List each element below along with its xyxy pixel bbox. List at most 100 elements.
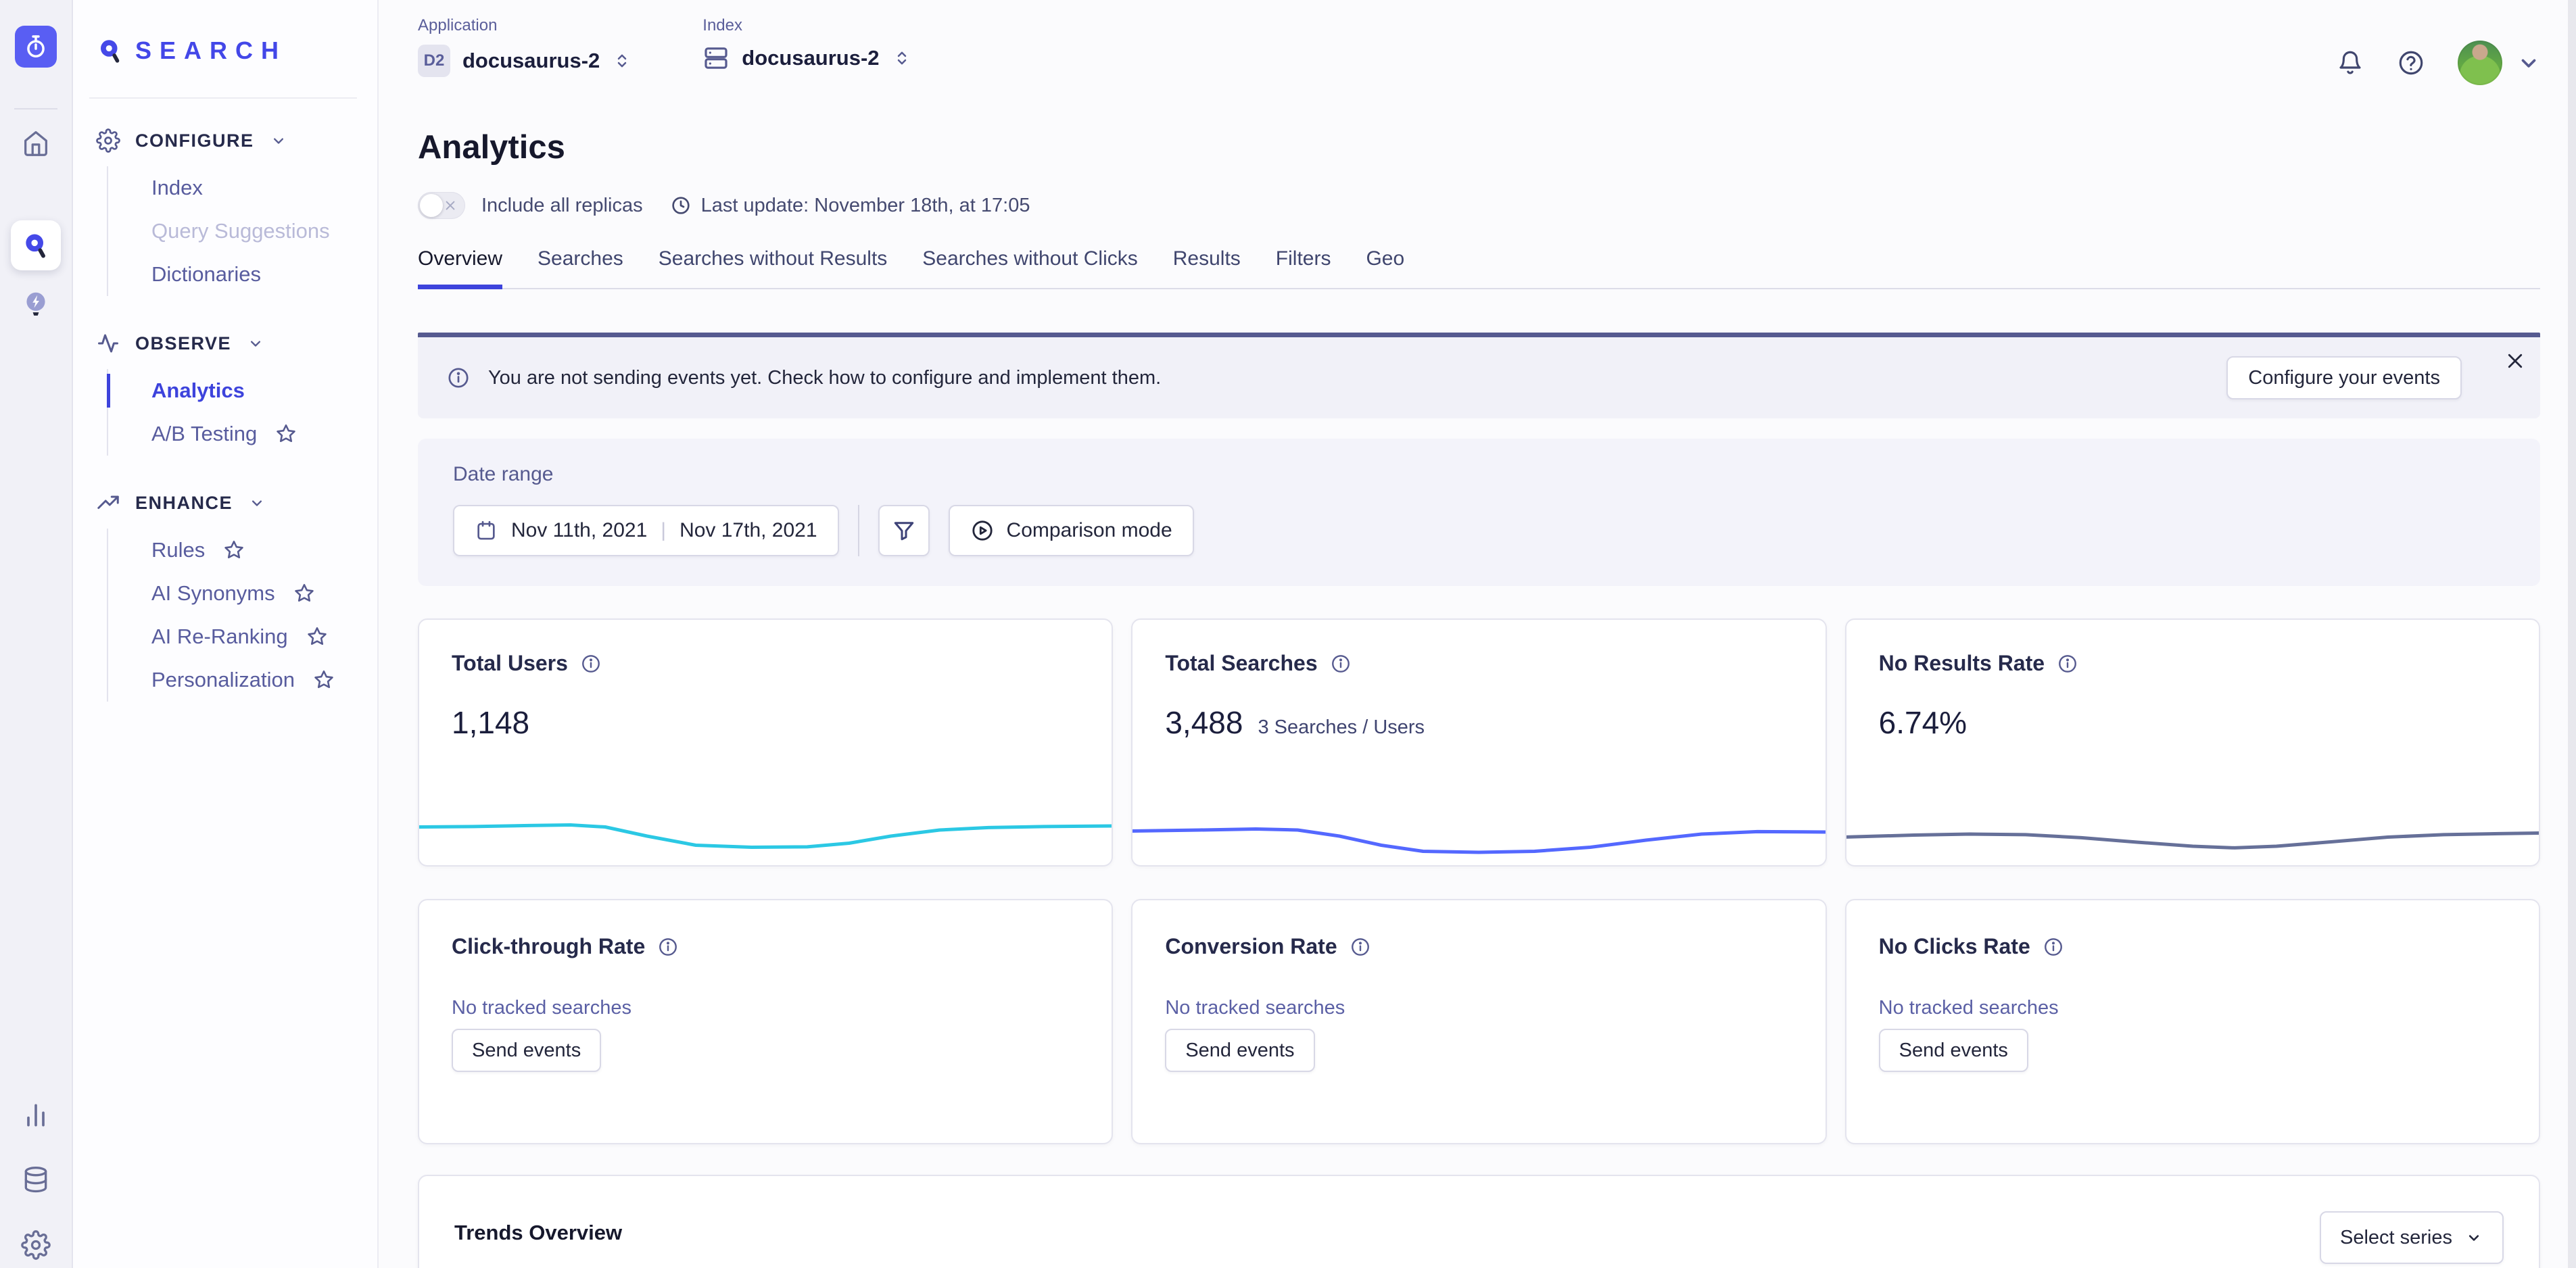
chevron-down-icon [2517, 51, 2540, 74]
sidebar-item-analytics[interactable]: Analytics [151, 369, 377, 412]
toggle-label: Include all replicas [481, 195, 643, 217]
info-icon[interactable] [1350, 936, 1371, 958]
send-events-button[interactable]: Send events [452, 1029, 601, 1072]
search-logo[interactable]: SEARCH [73, 0, 377, 65]
clock-icon [670, 195, 692, 216]
sidebar-item-ai-synonyms[interactable]: AI Synonyms [151, 572, 377, 615]
page-scrollbar[interactable] [2568, 0, 2576, 1268]
gear-icon [96, 128, 120, 153]
last-update-text: Last update: November 18th, at 17:05 [701, 195, 1030, 217]
avatar [2458, 41, 2502, 85]
sidebar-item-query-suggestions[interactable]: Query Suggestions [151, 210, 377, 253]
bar-chart-icon[interactable] [21, 1100, 51, 1130]
comparison-mode-button[interactable]: Comparison mode [949, 505, 1194, 556]
card-title: Total Users [452, 651, 568, 676]
application-dropdown[interactable]: D2 docusaurus-2 [418, 45, 632, 77]
select-series-dropdown[interactable]: Select series [2320, 1211, 2504, 1264]
calendar-icon [475, 519, 498, 542]
send-events-button[interactable]: Send events [1879, 1029, 2028, 1072]
banner-message: You are not sending events yet. Check ho… [488, 367, 1161, 389]
select-series-label: Select series [2340, 1227, 2452, 1249]
sidebar-item-index[interactable]: Index [151, 166, 377, 210]
section-enhance-header[interactable]: ENHANCE [96, 491, 377, 515]
sidebar-item-rules[interactable]: Rules [151, 529, 377, 572]
notifications-bell-icon[interactable] [2336, 49, 2364, 77]
card-title: Total Searches [1165, 651, 1317, 676]
recommend-bulb-icon[interactable] [21, 289, 51, 319]
card-title: Conversion Rate [1165, 934, 1337, 959]
page-title: Analytics [418, 128, 2540, 166]
info-icon[interactable] [1330, 653, 1352, 675]
sparkline-chart [1845, 810, 2540, 858]
metric-value: 6.74% [1879, 704, 1967, 741]
metric-subtitle: 3 Searches / Users [1258, 716, 1425, 739]
section-observe: OBSERVE Analytics A/B Testing [96, 331, 377, 456]
tab-results[interactable]: Results [1173, 247, 1241, 288]
tab-searches[interactable]: Searches [538, 247, 623, 288]
include-replicas-toggle[interactable] [418, 192, 465, 219]
main-content: Application D2 docusaurus-2 Index docusa… [379, 0, 2576, 1268]
application-selector: Application D2 docusaurus-2 [418, 16, 632, 77]
settings-icon[interactable] [21, 1230, 51, 1260]
star-icon [312, 668, 335, 691]
divider [858, 505, 859, 556]
application-label: Application [418, 16, 632, 35]
no-clicks-rate-card: No Clicks Rate No tracked searches Send … [1845, 899, 2540, 1144]
empty-state-text: No tracked searches [1165, 997, 1792, 1019]
index-selector: Index docusaurus-2 [702, 16, 911, 72]
info-icon[interactable] [2057, 653, 2078, 675]
tab-filters[interactable]: Filters [1276, 247, 1331, 288]
info-icon[interactable] [580, 653, 602, 675]
info-icon[interactable] [657, 936, 679, 958]
play-circle-icon [970, 518, 995, 543]
sidebar-item-ab-testing[interactable]: A/B Testing [151, 412, 377, 456]
index-dropdown[interactable]: docusaurus-2 [702, 45, 911, 72]
star-icon [222, 539, 245, 562]
tab-searches-without-clicks[interactable]: Searches without Clicks [922, 247, 1137, 288]
section-observe-header[interactable]: OBSERVE [96, 331, 377, 356]
sidebar-item-personalization[interactable]: Personalization [151, 658, 377, 702]
help-icon[interactable] [2397, 49, 2425, 77]
index-icon [702, 45, 730, 72]
section-configure-header[interactable]: CONFIGURE [96, 128, 377, 153]
tab-geo[interactable]: Geo [1366, 247, 1404, 288]
user-menu[interactable] [2458, 41, 2540, 85]
chevron-down-icon [247, 493, 266, 512]
tab-overview[interactable]: Overview [418, 247, 502, 288]
toggle-thumb [420, 194, 443, 217]
configure-events-button[interactable]: Configure your events [2226, 356, 2462, 399]
home-icon[interactable] [20, 127, 51, 158]
star-icon [275, 422, 297, 445]
section-label: CONFIGURE [135, 130, 254, 151]
comparison-mode-label: Comparison mode [1007, 519, 1172, 542]
sidebar-item-ai-re-ranking[interactable]: AI Re-Ranking [151, 615, 377, 658]
card-title: No Results Rate [1879, 651, 2045, 676]
send-events-button[interactable]: Send events [1165, 1029, 1314, 1072]
magnifier-icon [96, 36, 124, 65]
info-icon [446, 366, 471, 390]
sidebar-nav: CONFIGURE Index Query Suggestions Dictio… [73, 99, 377, 737]
sort-chevrons-icon [612, 51, 632, 71]
index-value: docusaurus-2 [742, 46, 879, 70]
section-enhance: ENHANCE Rules AI Synonyms AI Re-Ranking [96, 491, 377, 702]
tab-searches-without-results[interactable]: Searches without Results [659, 247, 888, 288]
total-searches-card: Total Searches 3,488 3 Searches / Users [1131, 618, 1826, 867]
date-range-start: Nov 11th, 2021 [511, 519, 647, 542]
date-range-picker[interactable]: Nov 11th, 2021 | Nov 17th, 2021 [453, 505, 839, 556]
trends-overview-card: Trends Overview Select series [418, 1175, 2540, 1268]
sparkline-chart [1131, 810, 1826, 858]
chevron-down-icon [246, 334, 265, 353]
search-product-icon[interactable] [11, 220, 61, 270]
activity-icon [96, 331, 120, 356]
analytics-tabs: Overview Searches Searches without Resul… [418, 247, 2540, 289]
total-users-card: Total Users 1,148 [418, 618, 1113, 867]
metric-cards-row: Total Users 1,148 Total Searches 3,488 [418, 618, 2540, 867]
sidebar-item-dictionaries[interactable]: Dictionaries [151, 253, 377, 296]
database-icon[interactable] [21, 1165, 51, 1195]
trending-up-icon [96, 491, 120, 515]
close-icon[interactable] [2505, 351, 2525, 371]
app-logo-tile[interactable] [15, 26, 57, 68]
filter-funnel-icon[interactable] [878, 505, 930, 556]
info-icon[interactable] [2043, 936, 2064, 958]
chevron-down-icon [2464, 1228, 2483, 1247]
